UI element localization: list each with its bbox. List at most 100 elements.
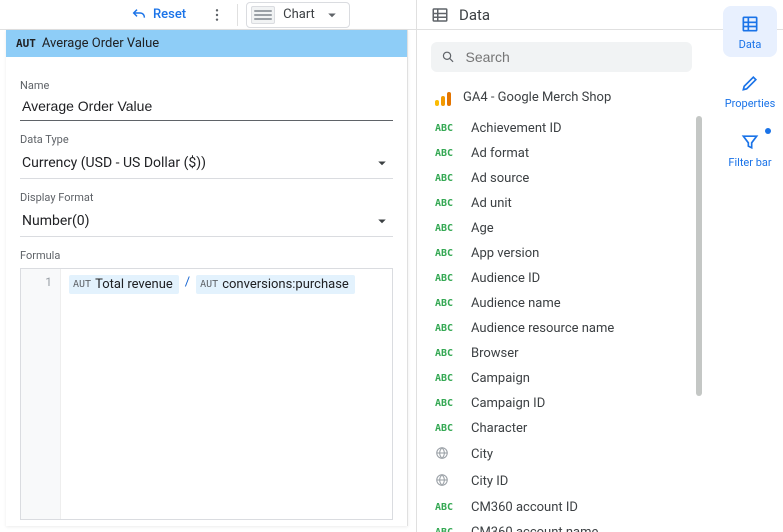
- field-item[interactable]: City ID: [435, 468, 688, 495]
- line-gutter: 1: [21, 269, 61, 519]
- text-type-badge: ABC: [435, 323, 461, 334]
- datatype-label: Data Type: [20, 133, 393, 146]
- text-type-badge: ABC: [435, 273, 461, 284]
- kebab-icon: [209, 7, 225, 23]
- text-type-badge: ABC: [435, 298, 461, 309]
- field-label: Achievement ID: [471, 121, 562, 136]
- metric-token[interactable]: AUT conversions:purchase: [196, 275, 355, 294]
- globe-icon: [435, 446, 461, 463]
- editor-title: Average Order Value: [42, 36, 159, 51]
- name-label: Name: [20, 79, 393, 92]
- field-search[interactable]: [431, 42, 692, 72]
- text-type-badge: ABC: [435, 348, 461, 359]
- search-input[interactable]: [463, 48, 682, 66]
- data-panel-header: Data: [417, 0, 706, 30]
- text-type-badge: ABC: [435, 527, 461, 532]
- field-item[interactable]: ABC Ad format: [435, 141, 688, 166]
- field-label: Audience resource name: [471, 321, 614, 336]
- dock-filterbar-button[interactable]: Filter bar: [723, 124, 777, 175]
- field-item[interactable]: ABC Audience ID: [435, 266, 688, 291]
- globe-icon: [435, 473, 461, 490]
- data-panel-title: Data: [459, 6, 490, 24]
- data-icon: [431, 6, 449, 24]
- field-item[interactable]: City: [435, 441, 688, 468]
- text-type-badge: ABC: [435, 148, 461, 159]
- chart-type-dropdown[interactable]: Chart: [246, 2, 350, 28]
- data-panel: Data GA4 - Google Merch Shop ABC Achievem…: [416, 0, 706, 532]
- displayformat-dropdown[interactable]: Number(0): [20, 206, 393, 237]
- field-item[interactable]: ABC Campaign ID: [435, 391, 688, 416]
- field-label: Audience name: [471, 296, 561, 311]
- datatype-value: Currency (USD - US Dollar ($)): [22, 155, 206, 171]
- field-item[interactable]: ABC Ad source: [435, 166, 688, 191]
- formula-code[interactable]: AUT Total revenue / AUT conversions:purc…: [61, 269, 392, 519]
- dock-data-button[interactable]: Data: [723, 6, 777, 57]
- more-menu-button[interactable]: [205, 3, 229, 27]
- field-item[interactable]: ABC CM360 account ID: [435, 495, 688, 520]
- field-label: Campaign: [471, 371, 530, 386]
- field-label: Age: [471, 221, 494, 236]
- operator: /: [183, 275, 192, 290]
- text-type-badge: ABC: [435, 423, 461, 434]
- aut-badge: AUT: [200, 279, 218, 290]
- text-type-badge: ABC: [435, 223, 461, 234]
- text-type-badge: ABC: [435, 398, 461, 409]
- text-type-badge: ABC: [435, 123, 461, 134]
- field-item[interactable]: ABC Browser: [435, 341, 688, 366]
- chart-type-label: Chart: [283, 7, 315, 22]
- formula-editor[interactable]: 1 AUT Total revenue / AUT conversions:pu…: [20, 268, 393, 520]
- text-type-badge: ABC: [435, 173, 461, 184]
- right-dock: Data Properties Filter bar: [717, 6, 783, 175]
- field-label: City: [471, 447, 493, 462]
- datasource-name: GA4 - Google Merch Shop: [463, 90, 611, 105]
- undo-icon: [131, 7, 147, 23]
- calculated-field-editor: AUT Average Order Value Name Data Type C…: [6, 30, 408, 526]
- chevron-down-icon: [373, 212, 391, 230]
- editor-header: AUT Average Order Value: [6, 30, 407, 57]
- field-item[interactable]: ABCApp version: [435, 241, 688, 266]
- dock-properties-button[interactable]: Properties: [723, 65, 777, 116]
- field-item[interactable]: ABC Campaign: [435, 366, 688, 391]
- datatype-dropdown[interactable]: Currency (USD - US Dollar ($)): [20, 148, 393, 179]
- text-type-badge: ABC: [435, 198, 461, 209]
- field-label: Browser: [471, 346, 519, 361]
- reset-label: Reset: [153, 7, 186, 22]
- pencil-icon: [740, 73, 760, 93]
- table-chart-icon: [251, 6, 275, 24]
- aut-badge: AUT: [73, 279, 91, 290]
- text-type-badge: ABC: [435, 502, 461, 513]
- displayformat-label: Display Format: [20, 191, 393, 204]
- data-icon: [740, 14, 760, 34]
- field-label: Character: [471, 421, 527, 436]
- scrollbar-thumb[interactable]: [696, 116, 702, 396]
- field-label: Campaign ID: [471, 396, 545, 411]
- field-item[interactable]: ABCAd unit: [435, 191, 688, 216]
- field-label: CM360 account name: [471, 525, 598, 532]
- field-item[interactable]: ABC CM360 account name: [435, 520, 688, 532]
- datasource-row[interactable]: GA4 - Google Merch Shop: [417, 82, 706, 116]
- field-item[interactable]: ABC Audience name: [435, 291, 688, 316]
- name-input[interactable]: [20, 94, 393, 121]
- field-item[interactable]: ABC Character: [435, 416, 688, 441]
- field-item[interactable]: ABC Achievement ID: [435, 116, 688, 141]
- field-label: Audience ID: [471, 271, 540, 286]
- field-item[interactable]: ABC Audience resource name: [435, 316, 688, 341]
- reset-button[interactable]: Reset: [120, 2, 197, 28]
- field-item[interactable]: ABC Age: [435, 216, 688, 241]
- formula-label: Formula: [20, 249, 393, 262]
- metric-token[interactable]: AUT Total revenue: [69, 275, 179, 294]
- text-type-badge: ABC: [435, 373, 461, 384]
- displayformat-value: Number(0): [22, 213, 90, 229]
- analytics-icon: [435, 88, 453, 106]
- field-label: Ad format: [471, 146, 529, 161]
- notification-dot: [765, 128, 771, 134]
- field-label: City ID: [471, 474, 508, 489]
- chevron-down-icon: [373, 154, 391, 172]
- field-label: Ad source: [471, 171, 529, 186]
- chevron-down-icon: [323, 6, 341, 24]
- aut-badge: AUT: [16, 37, 36, 50]
- field-label: App version: [471, 246, 539, 261]
- field-label: CM360 account ID: [471, 500, 578, 515]
- field-list[interactable]: ABC Achievement ID ABC Ad format ABC Ad sourc…: [417, 116, 706, 532]
- search-icon: [441, 49, 455, 65]
